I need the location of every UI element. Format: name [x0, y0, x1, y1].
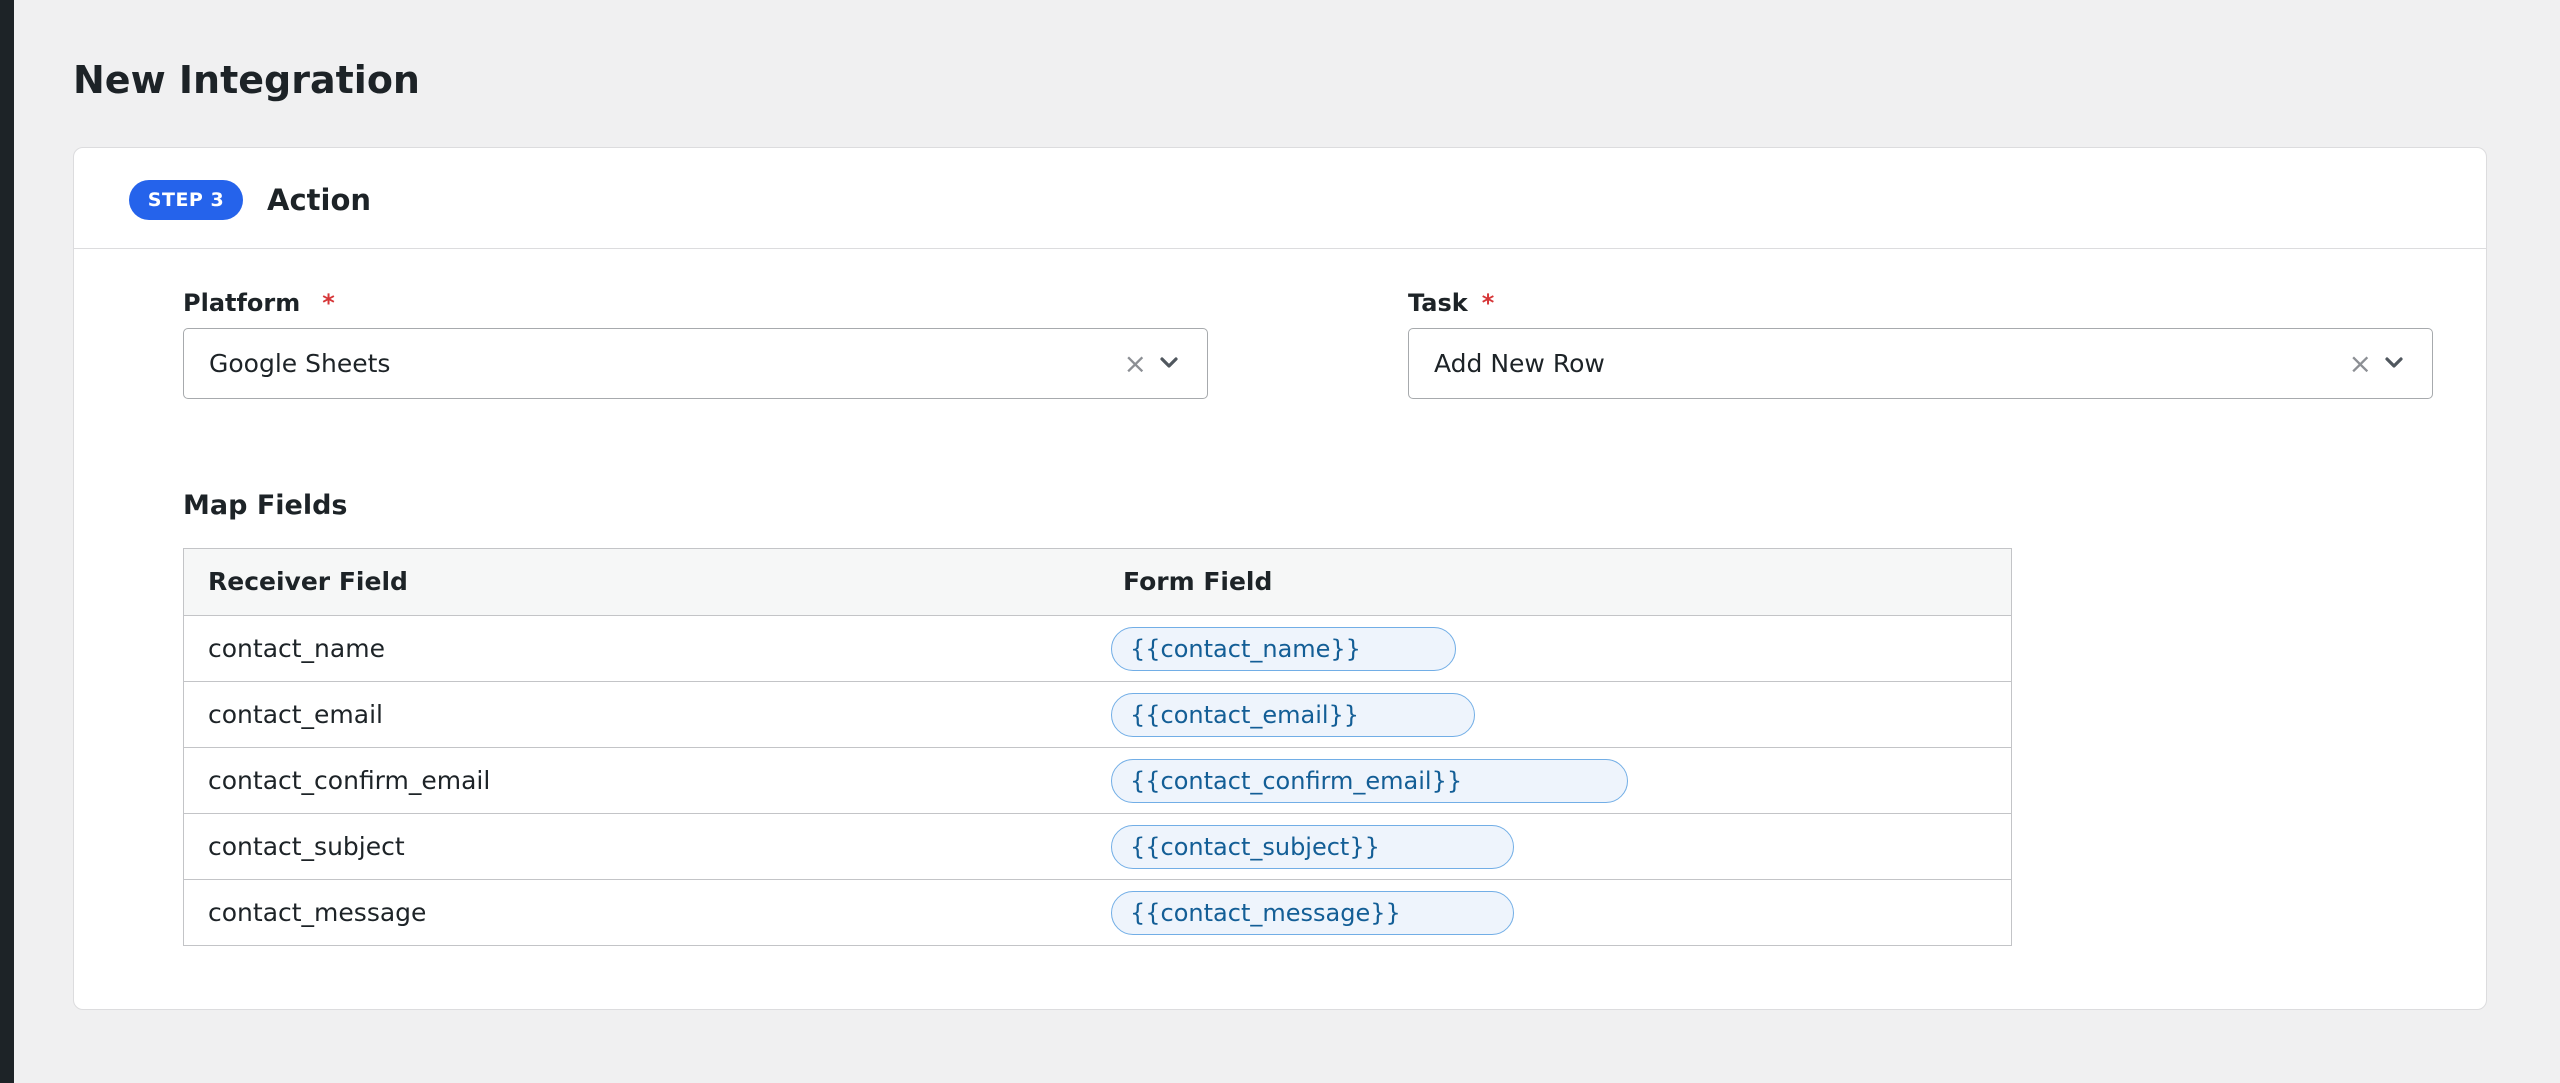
step-badge: STEP 3	[129, 180, 243, 220]
chevron-down-icon[interactable]	[2384, 353, 2404, 373]
step-header: STEP 3 Action	[74, 148, 2486, 249]
table-row: contact_email {{contact_email}}	[184, 681, 2011, 747]
receiver-field-name: contact_email	[208, 700, 383, 729]
form-field-tag[interactable]: {{contact_confirm_email}}	[1111, 759, 1628, 803]
task-label: Task *	[1408, 288, 1494, 318]
admin-sidebar-edge	[0, 0, 14, 1083]
receiver-field-name: contact_subject	[208, 832, 405, 861]
map-fields-table: Receiver Field Form Field contact_name {…	[183, 548, 2012, 946]
receiver-field-name: contact_name	[208, 634, 385, 663]
task-select[interactable]: Add New Row ×	[1408, 328, 2433, 399]
table-row: contact_subject {{contact_subject}}	[184, 813, 2011, 879]
form-field-header: Form Field	[1123, 567, 1273, 596]
receiver-field-header: Receiver Field	[208, 567, 408, 596]
table-row: contact_confirm_email {{contact_confirm_…	[184, 747, 2011, 813]
form-field-tag[interactable]: {{contact_email}}	[1111, 693, 1475, 737]
platform-select[interactable]: Google Sheets ×	[183, 328, 1208, 399]
platform-selected-value: Google Sheets	[209, 349, 391, 378]
step-title: Action	[267, 183, 372, 217]
chevron-down-icon[interactable]	[1159, 353, 1179, 373]
platform-label: Platform *	[183, 288, 335, 318]
form-field-tag[interactable]: {{contact_message}}	[1111, 891, 1514, 935]
page-title: New Integration	[73, 58, 420, 102]
platform-required-mark: *	[322, 289, 335, 317]
receiver-field-name: contact_message	[208, 898, 427, 927]
close-icon[interactable]: ×	[2349, 329, 2372, 398]
table-row: contact_name {{contact_name}}	[184, 615, 2011, 681]
receiver-field-name: contact_confirm_email	[208, 766, 491, 795]
form-field-tag[interactable]: {{contact_subject}}	[1111, 825, 1514, 869]
task-label-text: Task	[1408, 289, 1468, 317]
platform-label-text: Platform	[183, 289, 301, 317]
close-icon[interactable]: ×	[1124, 329, 1147, 398]
form-field-tag[interactable]: {{contact_name}}	[1111, 627, 1456, 671]
map-fields-title: Map Fields	[183, 490, 348, 521]
task-selected-value: Add New Row	[1434, 349, 1605, 378]
table-row: contact_message {{contact_message}}	[184, 879, 2011, 945]
table-header-row: Receiver Field Form Field	[184, 549, 2011, 615]
task-required-mark: *	[1481, 289, 1495, 317]
